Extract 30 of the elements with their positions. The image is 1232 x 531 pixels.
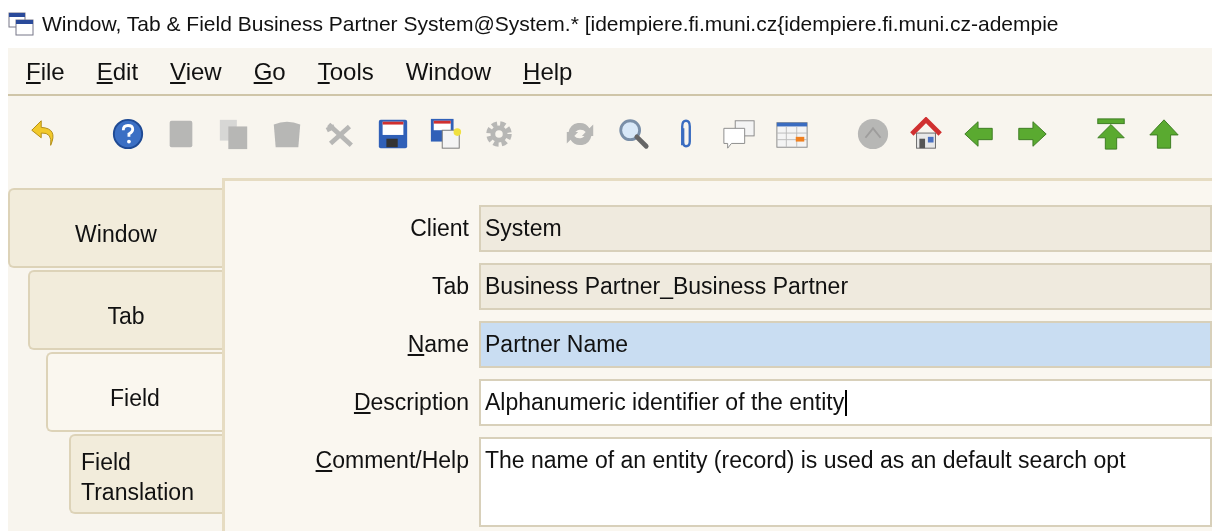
menu-item[interactable]: Go [253,58,302,86]
floppy-disk-new-icon[interactable] [429,117,463,151]
input-field[interactable]: Business Partner_Business Partner [479,263,1212,310]
field-label: Tab [430,272,470,301]
magnifier-icon[interactable] [616,117,650,151]
menu-item[interactable]: Window [405,58,508,86]
window-title: Window, Tab & Field Business Partner System@System.* [idempiere.fi.muni.cz{idempiere.fi.muni.cz-adempie [42,12,1059,36]
field-label: Comment/Help [314,446,470,475]
side-tab[interactable]: Field [46,352,222,432]
input-field[interactable]: System [479,205,1212,252]
menu-item[interactable]: File [26,58,81,86]
side-tab[interactable]: Window [8,188,222,268]
speech-bubbles-icon[interactable] [722,117,756,151]
menu-item[interactable]: View [170,58,238,86]
text-area[interactable]: The name of an entity (record) is used as an default search opt [479,437,1212,527]
help-icon[interactable] [111,117,145,151]
up-arrow-icon[interactable] [1147,117,1181,151]
top-arrow-icon[interactable] [1094,117,1128,151]
side-tab[interactable]: Field Translation [69,434,222,514]
home-icon[interactable] [909,117,943,151]
field-label: Client [409,214,470,243]
menu-item[interactable]: Edit [96,58,155,86]
field-label: Name [406,330,470,359]
input-field[interactable]: Alphanumeric identifier of the entity [479,379,1212,426]
window-icon [8,12,34,36]
menu-item[interactable]: Help [523,58,589,86]
field-label: Description [352,388,470,417]
side-tab[interactable]: Tab [28,270,222,350]
input-field[interactable]: Partner Name [479,321,1212,368]
menu-item[interactable]: Tools [317,58,390,86]
